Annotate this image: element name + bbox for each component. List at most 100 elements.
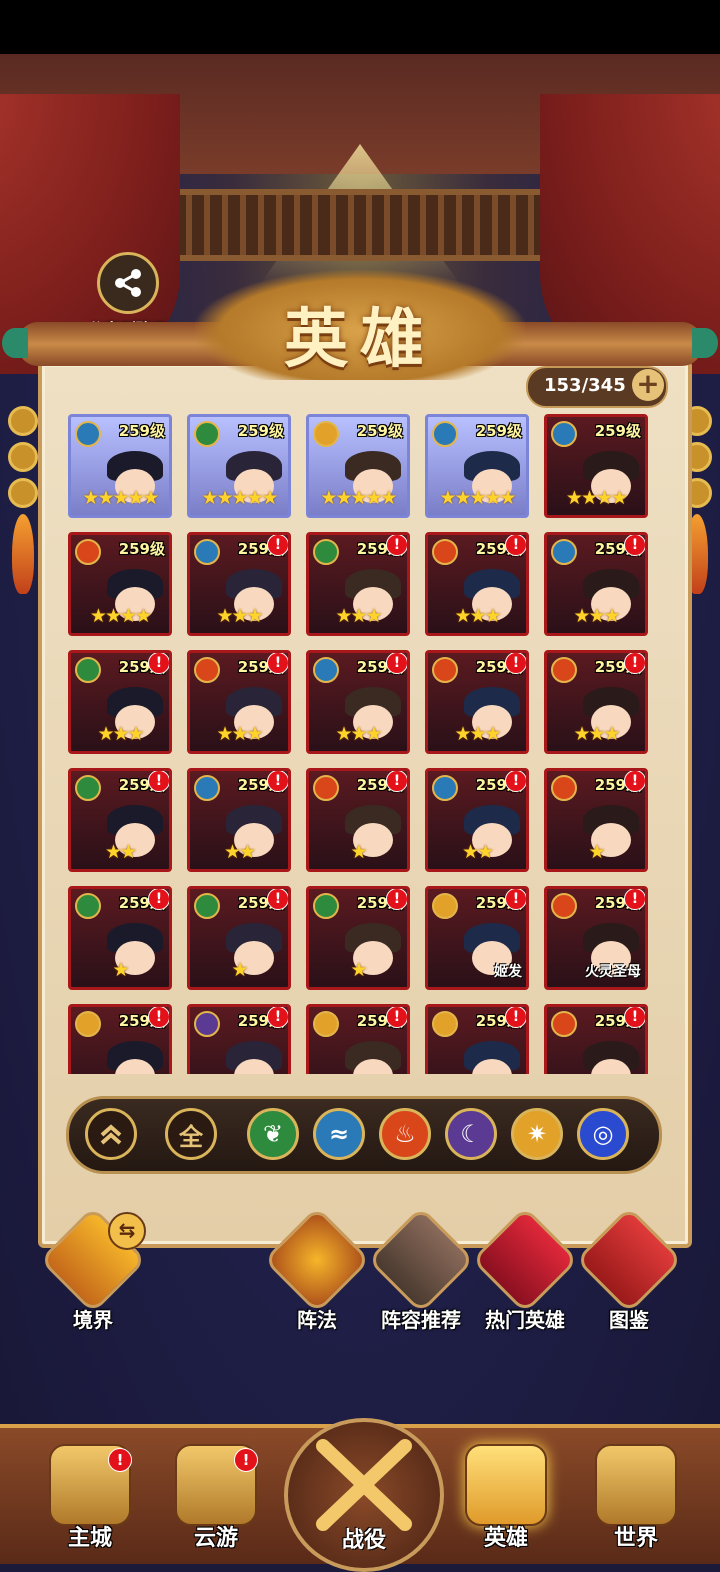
fire-element-icon: [432, 657, 458, 683]
hero-name: 姬发: [494, 964, 522, 980]
hero-stars: ★: [350, 841, 367, 863]
formation-button[interactable]: 阵法: [262, 1206, 372, 1333]
hero-stars: ★★: [461, 841, 494, 863]
nav-main-city[interactable]: 主城 !: [30, 1444, 150, 1552]
hero-stars: ★★: [223, 841, 256, 863]
alert-badge: !: [267, 771, 288, 792]
filter-wood-button[interactable]: ❦: [247, 1108, 299, 1160]
hero-card[interactable]: 259级 ★★★★★: [425, 414, 529, 518]
hero-card[interactable]: 259级 ★!: [544, 768, 648, 872]
wood-element-icon: [75, 657, 101, 683]
hero-card[interactable]: 259级!: [68, 1004, 172, 1074]
alert-badge: !: [624, 889, 645, 910]
formation-icon: [263, 1206, 371, 1314]
hero-stars: ★★★: [454, 723, 501, 745]
hero-card[interactable]: 259级 ★★!: [68, 768, 172, 872]
light-element-icon: [432, 893, 458, 919]
light-element-icon: [313, 1011, 339, 1037]
water-element-icon: [75, 421, 101, 447]
hero-card[interactable]: 259级!: [187, 1004, 291, 1074]
hero-card[interactable]: 259级 ★★★!: [544, 532, 648, 636]
nav-heroes[interactable]: 英雄: [446, 1444, 566, 1552]
alert-badge: !: [267, 1007, 288, 1028]
hero-stars: ★★★: [454, 605, 501, 627]
nav-travel[interactable]: 云游 !: [156, 1444, 276, 1552]
hero-card[interactable]: 259级 ★★★!: [68, 650, 172, 754]
wood-element-icon: ❦: [262, 1120, 284, 1148]
nav-battle[interactable]: 战役: [284, 1418, 444, 1572]
hero-stars: ★: [350, 959, 367, 981]
hero-stars: ★★★★★: [320, 487, 397, 509]
hero-card[interactable]: 259级 ★★★!: [187, 650, 291, 754]
hero-card[interactable]: 259级 ★★★★★: [187, 414, 291, 518]
hero-grid[interactable]: 259级 ★★★★★ 259级 ★★★★★ 259级 ★★★★★ 259级 ★★★★★ 259级…: [64, 410, 664, 1074]
hero-card[interactable]: 259级 ★★★★: [544, 414, 648, 518]
hero-card[interactable]: 259级 ★!: [187, 886, 291, 990]
alert-badge: !: [234, 1448, 258, 1472]
hero-card[interactable]: 259级!: [306, 1004, 410, 1074]
dark-element-icon: ☾: [460, 1120, 482, 1148]
hero-card[interactable]: 259级 ★★★!: [306, 650, 410, 754]
scroll-end-right: [692, 328, 718, 358]
hot-heroes-button[interactable]: 热门英雄: [470, 1206, 580, 1333]
hero-name: 火灵圣母: [585, 964, 641, 980]
light-element-icon: [313, 421, 339, 447]
hero-card[interactable]: 259级 ★★★★★: [68, 414, 172, 518]
water-element-icon: [432, 775, 458, 801]
hero-card[interactable]: 259级 ★★★★★: [306, 414, 410, 518]
add-slot-button[interactable]: +: [632, 369, 664, 401]
filter-fire-button[interactable]: ♨: [379, 1108, 431, 1160]
nav-world[interactable]: 世界: [576, 1444, 696, 1552]
hero-card[interactable]: 259级 ★★!: [187, 768, 291, 872]
hero-card[interactable]: 259级 ★★★!: [425, 650, 529, 754]
crossed-swords-icon: [316, 1439, 412, 1531]
alert-badge: !: [148, 889, 169, 910]
hero-stars: ★: [112, 959, 129, 981]
hero-card[interactable]: 259级 ★★★!: [306, 532, 410, 636]
hero-card[interactable]: 259级 姬发!: [425, 886, 529, 990]
lineup-icon: [367, 1206, 475, 1314]
alert-badge: !: [624, 535, 645, 556]
hero-card[interactable]: 259级 ★★!: [425, 768, 529, 872]
hero-card[interactable]: 259级 火灵圣母!: [544, 886, 648, 990]
hero-stars: ★★★★★: [439, 487, 516, 509]
hero-card[interactable]: 259级 ★★★★: [68, 532, 172, 636]
lineup-recommend-button[interactable]: 阵容推荐: [366, 1206, 476, 1333]
hero-stars: ★★★: [573, 723, 620, 745]
scroll-end-left: [2, 328, 28, 358]
hero-stars: ★★★: [335, 723, 382, 745]
filter-wind-button[interactable]: ◎: [577, 1108, 629, 1160]
hero-card[interactable]: 259级 ★!: [306, 768, 410, 872]
filter-dark-button[interactable]: ☾: [445, 1108, 497, 1160]
swap-icon[interactable]: ⇆: [108, 1212, 146, 1250]
hero-card[interactable]: 259级 ★!: [68, 886, 172, 990]
title-cloud: 英雄: [195, 270, 525, 380]
hero-stars: ★★★: [216, 723, 263, 745]
hero-card[interactable]: 259级 ★★★!: [425, 532, 529, 636]
hero-card[interactable]: 259级 ★★★!: [187, 532, 291, 636]
hero-card[interactable]: 259级!: [425, 1004, 529, 1074]
codex-button[interactable]: 图鉴: [574, 1206, 684, 1333]
mountain-icon: [595, 1444, 677, 1526]
filter-light-button[interactable]: ✷: [511, 1108, 563, 1160]
double-chevron-up-icon: [100, 1124, 122, 1145]
fire-element-icon: [313, 775, 339, 801]
collapse-button[interactable]: [85, 1108, 137, 1160]
hero-stars: ★★★★: [89, 605, 152, 627]
fire-element-icon: [75, 539, 101, 565]
hero-count-badge[interactable]: 153/345 +: [526, 366, 668, 408]
alert-badge: !: [267, 889, 288, 910]
hero-count: 153/345: [544, 375, 626, 396]
fire-element-icon: [551, 657, 577, 683]
alert-badge: !: [624, 771, 645, 792]
hero-card[interactable]: 259级 ★★★!: [544, 650, 648, 754]
filter-all-button[interactable]: 全: [165, 1108, 217, 1160]
hero-card[interactable]: 259级!: [544, 1004, 648, 1074]
alert-badge: !: [386, 1007, 407, 1028]
light-element-icon: ✷: [526, 1120, 548, 1148]
hero-card[interactable]: 259级 ★!: [306, 886, 410, 990]
alert-badge: !: [148, 1007, 169, 1028]
light-element-icon: [75, 1011, 101, 1037]
filter-water-button[interactable]: ≈: [313, 1108, 365, 1160]
element-filter-bar: 全 ❦ ≈ ♨ ☾ ✷ ◎: [66, 1096, 662, 1174]
